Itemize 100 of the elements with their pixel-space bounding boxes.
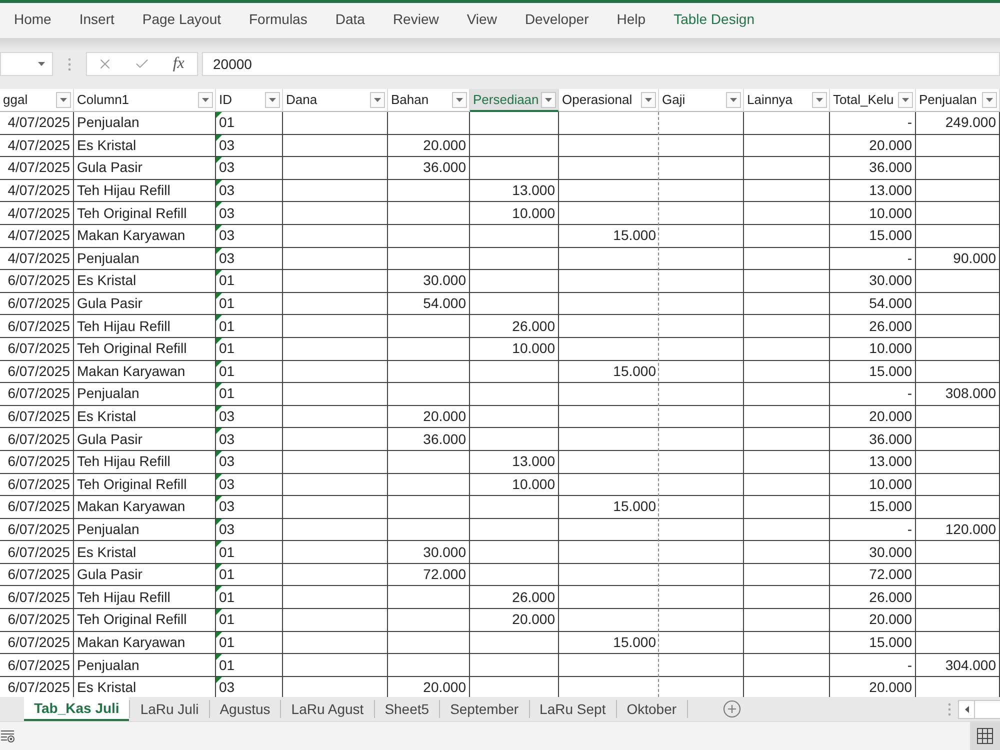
- table-cell: 72.000: [830, 564, 916, 586]
- filter-button[interactable]: [812, 92, 827, 108]
- table-cell: Es Kristal: [74, 406, 216, 428]
- table-cell: 6/07/2025: [0, 406, 74, 428]
- caret-left-icon: [964, 706, 968, 712]
- filter-button[interactable]: [265, 92, 280, 108]
- table-cell: Penjualan: [74, 112, 216, 135]
- ribbon-tab[interactable]: Help: [602, 3, 660, 38]
- table-cell: 15.000: [559, 360, 659, 384]
- column-header: Lainnya: [746, 91, 794, 110]
- table-cell: 6/07/2025: [0, 474, 74, 496]
- table-cell: 90.000: [916, 248, 1000, 270]
- table-cell: 36.000: [388, 428, 470, 451]
- vertical-dots-icon: [948, 702, 950, 716]
- caret-icon: [986, 98, 993, 102]
- table-cell: 4/07/2025: [0, 248, 74, 270]
- table-cell: 20.000: [830, 134, 916, 158]
- sheet-tab[interactable]: LaRu Juli: [130, 697, 209, 721]
- table-cell: -: [830, 654, 916, 677]
- table-cell: 6/07/2025: [0, 609, 74, 632]
- table-cell: -: [830, 112, 916, 135]
- caret-icon: [730, 98, 737, 102]
- caret-icon: [456, 98, 463, 102]
- column-header: Penjualan: [918, 91, 978, 110]
- filter-button[interactable]: [452, 92, 467, 108]
- table-cell: 10.000: [470, 474, 559, 496]
- sheet-tab[interactable]: September: [440, 697, 529, 721]
- column-header: Column1: [76, 91, 130, 110]
- filter-button[interactable]: [982, 92, 997, 108]
- ribbon-tab[interactable]: Table Design: [660, 3, 768, 38]
- ribbon-tab[interactable]: Page Layout: [128, 3, 235, 38]
- table-cell: 13.000: [830, 450, 916, 474]
- filter-button[interactable]: [898, 92, 913, 108]
- table-cell: 6/07/2025: [0, 518, 74, 542]
- table-cell: Teh Hijau Refill: [74, 315, 216, 338]
- caret-icon: [816, 98, 823, 102]
- add-sheet-button[interactable]: [722, 700, 741, 718]
- formula-input[interactable]: 20000: [202, 52, 1000, 76]
- table-cell: 36.000: [388, 157, 470, 180]
- table-cell: 15.000: [830, 496, 916, 519]
- ribbon-tab[interactable]: Formulas: [235, 3, 322, 38]
- scroll-left-button[interactable]: [958, 700, 975, 718]
- table-cell: 10.000: [830, 474, 916, 496]
- table-cell: 10.000: [470, 338, 559, 361]
- table-cell: Makan Karyawan: [74, 496, 216, 519]
- table-cell: Makan Karyawan: [74, 632, 216, 654]
- table-cell: 20.000: [388, 406, 470, 428]
- normal-view-button[interactable]: [970, 722, 1000, 750]
- table-cell: 72.000: [388, 564, 470, 586]
- sheet-tab[interactable]: Agustus: [210, 697, 280, 721]
- plus-circle-icon: [722, 700, 741, 718]
- table-cell: 6/07/2025: [0, 541, 74, 564]
- table-cell: 4/07/2025: [0, 180, 74, 202]
- table-cell: Gula Pasir: [74, 428, 216, 451]
- table-cell: 6/07/2025: [0, 496, 74, 519]
- table-cell: 20.000: [470, 609, 559, 632]
- sheet-tab[interactable]: Sheet5: [374, 697, 440, 721]
- filter-button[interactable]: [641, 92, 656, 108]
- ribbon-tab[interactable]: Insert: [65, 3, 128, 38]
- caret-icon: [38, 62, 45, 66]
- ribbon-tab[interactable]: Developer: [510, 3, 603, 38]
- ribbon-tab[interactable]: Data: [321, 3, 379, 38]
- filter-button[interactable]: [56, 92, 71, 108]
- table-cell: -: [830, 248, 916, 270]
- table-cell: 4/07/2025: [0, 157, 74, 180]
- table-cell: 54.000: [830, 292, 916, 316]
- table-cell: Penjualan: [74, 518, 216, 542]
- table-cell: 6/07/2025: [0, 360, 74, 384]
- table-cell: 15.000: [830, 224, 916, 248]
- table-cell: 15.000: [830, 360, 916, 384]
- ribbon-tab[interactable]: View: [452, 3, 511, 38]
- table-cell: 6/07/2025: [0, 270, 74, 293]
- grid-icon: [977, 728, 993, 744]
- table-cell: Teh Hijau Refill: [74, 450, 216, 474]
- column-header: Bahan: [390, 91, 430, 110]
- sheet-tab[interactable]: LaRu Agust: [281, 697, 374, 721]
- table-cell: 20.000: [830, 406, 916, 428]
- filter-button[interactable]: [370, 92, 385, 108]
- column-header: ID: [218, 91, 233, 110]
- table-cell: 6/07/2025: [0, 428, 74, 451]
- filter-button[interactable]: [541, 92, 556, 108]
- table-cell: 15.000: [559, 632, 659, 654]
- sheet-tab[interactable]: Tab_Kas Juli: [24, 697, 130, 721]
- ribbon-tab[interactable]: Review: [378, 3, 453, 38]
- table-cell: Teh Original Refill: [74, 609, 216, 632]
- table-cell: 13.000: [470, 450, 559, 474]
- table-cell: -: [830, 518, 916, 542]
- caret-icon: [902, 98, 909, 102]
- filter-button[interactable]: [726, 92, 741, 108]
- ribbon-tab[interactable]: Home: [0, 3, 66, 38]
- sheet-tab[interactable]: LaRu Sept: [530, 697, 616, 721]
- table-cell: Gula Pasir: [74, 157, 216, 180]
- sheet-tab[interactable]: Oktober: [616, 697, 687, 721]
- table-cell: 15.000: [559, 496, 659, 519]
- table-cell: 36.000: [830, 157, 916, 180]
- filter-button[interactable]: [198, 92, 213, 108]
- table-cell: 13.000: [830, 180, 916, 202]
- table-cell: Gula Pasir: [74, 564, 216, 586]
- table-cell: Teh Hijau Refill: [74, 180, 216, 202]
- table-cell: 26.000: [830, 315, 916, 338]
